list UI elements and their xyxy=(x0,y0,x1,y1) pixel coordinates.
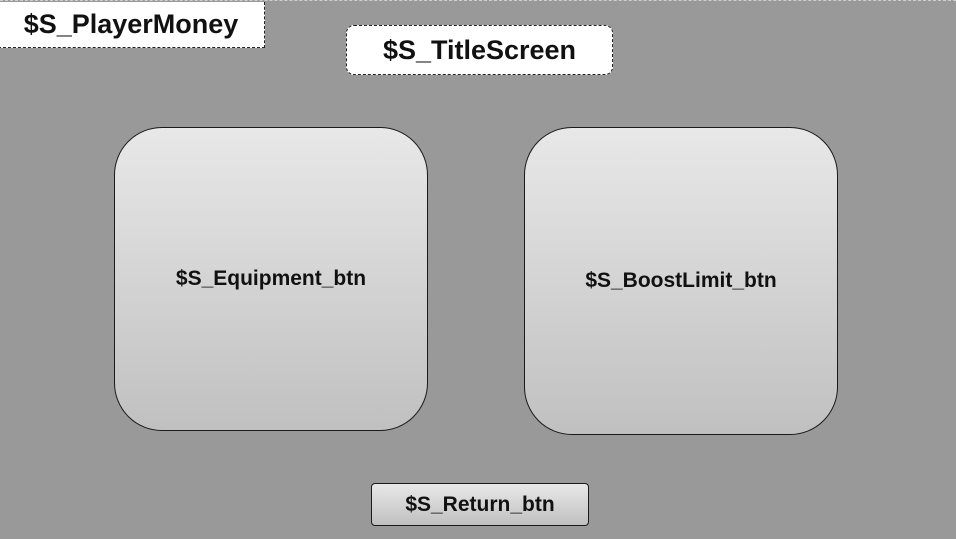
return-button[interactable]: $S_Return_btn xyxy=(371,483,589,526)
player-money-label: $S_PlayerMoney xyxy=(0,2,265,48)
game-menu-screen: $S_PlayerMoney $S_TitleScreen $S_Equipme… xyxy=(0,0,956,539)
equipment-button[interactable]: $S_Equipment_btn xyxy=(114,127,428,431)
equipment-button-label: $S_Equipment_btn xyxy=(175,267,367,290)
boost-limit-button-label: $S_BoostLimit_btn xyxy=(585,269,777,292)
title-screen-label: $S_TitleScreen xyxy=(346,25,613,75)
boost-limit-button[interactable]: $S_BoostLimit_btn xyxy=(524,127,838,435)
return-button-label: $S_Return_btn xyxy=(405,492,555,516)
